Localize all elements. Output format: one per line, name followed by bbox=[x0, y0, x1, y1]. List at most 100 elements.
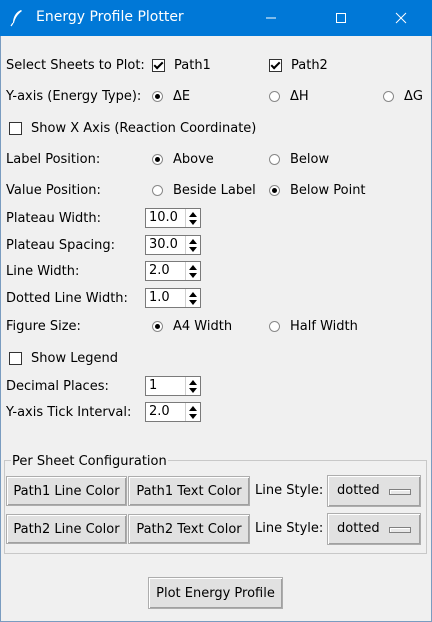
spin-down-arrow-icon[interactable] bbox=[189, 300, 197, 305]
path2-text-color-button[interactable]: Path2 Text Color bbox=[128, 514, 250, 544]
spin-buttons[interactable] bbox=[185, 289, 200, 307]
radio-unselected-icon bbox=[383, 91, 394, 102]
spin-buttons[interactable] bbox=[185, 209, 200, 227]
path1-line-color-button[interactable]: Path1 Line Color bbox=[6, 476, 127, 506]
y-tick-interval-label: Y-axis Tick Interval: bbox=[6, 405, 132, 420]
checkbox-checked-icon bbox=[152, 59, 165, 72]
path1-line-style-label: Line Style: bbox=[255, 483, 324, 498]
figure-size-radio-half[interactable]: Half Width bbox=[269, 319, 358, 334]
plateau-width-label: Plateau Width: bbox=[6, 211, 101, 226]
radio-selected-icon bbox=[152, 154, 163, 165]
maximize-button[interactable] bbox=[318, 0, 364, 36]
y-axis-radio-dg[interactable]: ΔG bbox=[383, 89, 423, 104]
label-position-option-label: Below bbox=[290, 152, 330, 167]
path1-text-color-button[interactable]: Path1 Text Color bbox=[128, 476, 250, 506]
decimal-places-spinbox[interactable]: 1 bbox=[145, 376, 201, 396]
path2-line-style-label: Line Style: bbox=[255, 521, 324, 536]
sheet-path1-checkbox[interactable]: Path1 bbox=[152, 58, 211, 73]
spin-down-arrow-icon[interactable] bbox=[189, 414, 197, 419]
radio-unselected-icon bbox=[269, 91, 280, 102]
value-position-option-label: Below Point bbox=[290, 183, 366, 198]
plateau-width-spinbox[interactable]: 10.0 bbox=[145, 208, 201, 228]
checkbox-unchecked-icon bbox=[9, 352, 22, 365]
y-tick-interval-spinbox[interactable]: 2.0 bbox=[145, 402, 201, 422]
spin-up-arrow-icon[interactable] bbox=[189, 212, 197, 217]
value-position-radio-beside[interactable]: Beside Label bbox=[152, 183, 256, 198]
label-position-option-label: Above bbox=[173, 152, 214, 167]
option-menu-indicator-icon bbox=[389, 527, 411, 533]
radio-unselected-icon bbox=[269, 321, 280, 332]
spin-up-arrow-icon[interactable] bbox=[189, 406, 197, 411]
y-axis-radio-dh[interactable]: ΔH bbox=[269, 89, 309, 104]
spin-down-arrow-icon[interactable] bbox=[189, 388, 197, 393]
close-icon bbox=[395, 12, 407, 24]
path2-line-style-menu[interactable]: dotted bbox=[327, 513, 421, 545]
show-x-axis-checkbox[interactable]: Show X Axis (Reaction Coordinate) bbox=[9, 121, 256, 136]
value-position-radio-below[interactable]: Below Point bbox=[269, 183, 366, 198]
close-button[interactable] bbox=[378, 0, 424, 36]
spin-down-arrow-icon[interactable] bbox=[189, 220, 197, 225]
plot-energy-profile-button[interactable]: Plot Energy Profile bbox=[148, 577, 283, 609]
radio-unselected-icon bbox=[269, 154, 280, 165]
y-axis-option-label: ΔE bbox=[173, 89, 191, 104]
radio-selected-icon bbox=[269, 185, 280, 196]
sheet-path2-checkbox[interactable]: Path2 bbox=[269, 58, 328, 73]
line-width-spinbox[interactable]: 2.0 bbox=[145, 261, 201, 281]
dotted-line-width-label: Dotted Line Width: bbox=[6, 291, 128, 306]
spin-up-arrow-icon[interactable] bbox=[189, 292, 197, 297]
radio-unselected-icon bbox=[152, 185, 163, 196]
feather-icon bbox=[10, 9, 24, 27]
show-legend-checkbox[interactable]: Show Legend bbox=[9, 351, 118, 366]
y-axis-radio-de[interactable]: ΔE bbox=[152, 89, 190, 104]
minimize-button[interactable] bbox=[248, 0, 294, 36]
maximize-icon bbox=[336, 13, 346, 23]
window-title: Energy Profile Plotter bbox=[36, 9, 184, 25]
label-position-radio-below[interactable]: Below bbox=[269, 152, 329, 167]
spin-up-arrow-icon[interactable] bbox=[189, 265, 197, 270]
figure-size-radio-a4[interactable]: A4 Width bbox=[152, 319, 232, 334]
checkbox-checked-icon bbox=[269, 59, 282, 72]
spin-buttons[interactable] bbox=[185, 403, 200, 421]
dotted-line-width-value[interactable]: 1.0 bbox=[149, 290, 170, 305]
plateau-width-value[interactable]: 10.0 bbox=[149, 210, 178, 225]
plateau-spacing-spinbox[interactable]: 30.0 bbox=[145, 235, 201, 255]
label-position-label: Label Position: bbox=[6, 152, 101, 167]
line-width-label: Line Width: bbox=[6, 264, 80, 279]
option-menu-indicator-icon bbox=[389, 489, 411, 495]
plateau-spacing-value[interactable]: 30.0 bbox=[149, 237, 178, 252]
value-position-option-label: Beside Label bbox=[173, 183, 256, 198]
radio-selected-icon bbox=[152, 91, 163, 102]
spin-buttons[interactable] bbox=[185, 236, 200, 254]
minimize-icon bbox=[266, 17, 276, 19]
path2-line-style-value: dotted bbox=[337, 521, 380, 536]
spin-up-arrow-icon[interactable] bbox=[189, 380, 197, 385]
path1-line-style-menu[interactable]: dotted bbox=[327, 475, 421, 507]
line-width-value[interactable]: 2.0 bbox=[149, 263, 170, 278]
spin-buttons[interactable] bbox=[185, 262, 200, 280]
spin-down-arrow-icon[interactable] bbox=[189, 247, 197, 252]
sheet-path1-label: Path1 bbox=[174, 58, 211, 73]
value-position-label: Value Position: bbox=[6, 183, 101, 198]
figure-size-label: Figure Size: bbox=[6, 319, 81, 334]
path1-line-style-value: dotted bbox=[337, 483, 380, 498]
plateau-spacing-label: Plateau Spacing: bbox=[6, 238, 115, 253]
figure-size-option-label: A4 Width bbox=[173, 319, 233, 334]
spin-buttons[interactable] bbox=[185, 377, 200, 395]
per-sheet-config-title: Per Sheet Configuration bbox=[11, 454, 168, 469]
label-position-radio-above[interactable]: Above bbox=[152, 152, 214, 167]
path2-line-color-button[interactable]: Path2 Line Color bbox=[6, 514, 127, 544]
spin-up-arrow-icon[interactable] bbox=[189, 239, 197, 244]
y-tick-interval-value[interactable]: 2.0 bbox=[149, 404, 170, 419]
y-axis-label: Y-axis (Energy Type): bbox=[6, 89, 142, 104]
y-axis-option-label: ΔH bbox=[290, 89, 309, 104]
y-axis-option-label: ΔG bbox=[404, 89, 423, 104]
title-bar[interactable]: Energy Profile Plotter bbox=[0, 0, 432, 36]
decimal-places-value[interactable]: 1 bbox=[149, 378, 157, 393]
sheets-label: Select Sheets to Plot: bbox=[6, 58, 145, 73]
sheet-path2-label: Path2 bbox=[291, 58, 328, 73]
figure-size-option-label: Half Width bbox=[290, 319, 358, 334]
show-legend-label: Show Legend bbox=[31, 351, 118, 366]
dotted-line-width-spinbox[interactable]: 1.0 bbox=[145, 288, 201, 308]
radio-selected-icon bbox=[152, 321, 163, 332]
spin-down-arrow-icon[interactable] bbox=[189, 273, 197, 278]
